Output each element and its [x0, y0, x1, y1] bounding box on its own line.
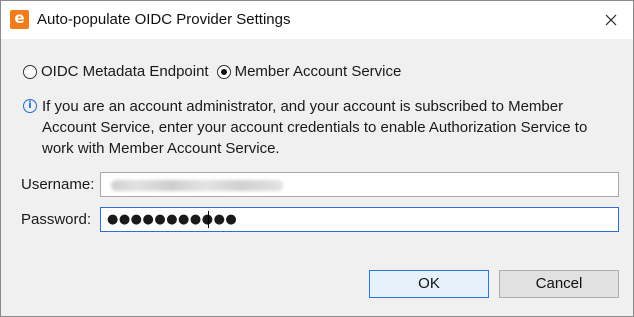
radio-button-checked[interactable] — [216, 64, 231, 79]
text-caret — [208, 211, 209, 228]
radio-label: Member Account Service — [234, 63, 402, 80]
radio-member-account-service[interactable]: Member Account Service — [216, 63, 402, 80]
source-radio-group: OIDC Metadata Endpoint Member Account Se… — [23, 63, 409, 80]
username-value-redacted — [111, 180, 283, 191]
password-mask: ●●●●●●●●●●● — [107, 212, 238, 227]
info-icon: i — [23, 99, 37, 113]
username-label: Username: — [21, 176, 95, 193]
radio-button-unchecked[interactable] — [23, 64, 37, 79]
password-label: Password: — [21, 211, 92, 228]
ok-button[interactable]: OK — [369, 270, 489, 298]
dialog-title: Auto-populate OIDC Provider Settings — [37, 11, 291, 28]
close-button[interactable] — [597, 7, 625, 33]
title-bar: e Auto-populate OIDC Provider Settings — [1, 1, 633, 39]
password-field[interactable]: ●●●●●●●●●●● — [100, 207, 619, 232]
radio-oidc-metadata-endpoint[interactable]: OIDC Metadata Endpoint — [23, 63, 209, 80]
dialog-window: e Auto-populate OIDC Provider Settings O… — [0, 0, 634, 317]
close-icon — [605, 14, 617, 26]
cancel-button[interactable]: Cancel — [499, 270, 619, 298]
radio-label: OIDC Metadata Endpoint — [41, 63, 209, 80]
info-text: If you are an account administrator, and… — [42, 98, 588, 157]
app-logo-letter: e — [14, 9, 25, 27]
app-logo-icon: e — [10, 9, 29, 29]
username-field[interactable] — [100, 172, 619, 197]
